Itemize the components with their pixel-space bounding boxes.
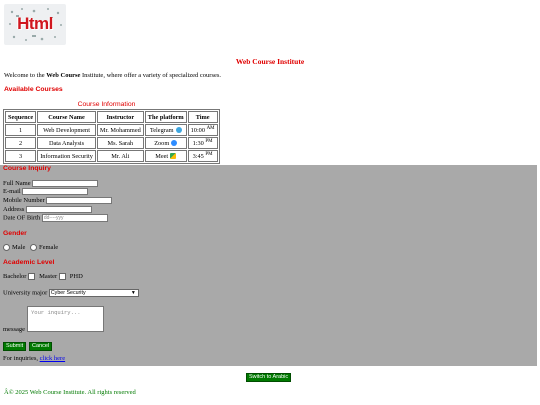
table-row: 1 Web Development Mr. Mohammed Telegram … bbox=[5, 124, 218, 136]
header-platform: The platform bbox=[144, 111, 187, 123]
switch-language-button[interactable]: Switch to Arabic bbox=[246, 373, 292, 382]
gender-heading: Gender bbox=[3, 230, 27, 237]
header-course-name: Course Name bbox=[37, 111, 96, 123]
cell-course: Web Development bbox=[37, 124, 96, 136]
cell-instructor: Mr. Ali bbox=[96, 150, 144, 162]
cell-time: 1:30 PM bbox=[187, 137, 218, 149]
major-select[interactable]: Cyber Security ▼ bbox=[48, 289, 139, 297]
email-label: E-mail bbox=[3, 188, 21, 195]
academic-heading: Academic Level bbox=[3, 259, 55, 266]
cell-platform: Zoom bbox=[144, 137, 187, 149]
logo-text: Html bbox=[17, 14, 53, 33]
header-time: Time bbox=[187, 111, 218, 123]
major-row: University major Cyber Security ▼ bbox=[3, 289, 139, 297]
cell-platform: Meet bbox=[144, 150, 187, 162]
footer: Â© 2025 Web Course Institute. All rights… bbox=[4, 389, 136, 396]
telegram-icon bbox=[175, 127, 182, 134]
form-heading: Course Inquiry bbox=[3, 165, 51, 172]
cell-seq: 3 bbox=[5, 150, 37, 162]
dob-input[interactable]: dd----yyy bbox=[41, 214, 108, 222]
inquiry-form: Course Inquiry Full Name E-mail Mobile N… bbox=[0, 165, 537, 366]
cell-time: 10:00 AM bbox=[187, 124, 218, 136]
email-row: E-mail bbox=[3, 188, 89, 196]
time-ampm: AM bbox=[206, 125, 215, 131]
table-caption: Course Information bbox=[77, 101, 136, 108]
mobile-label: Mobile Number bbox=[3, 197, 45, 204]
courses-table: Sequence Course Name Instructor The plat… bbox=[3, 109, 220, 164]
full-name-label: Full Name bbox=[3, 180, 31, 187]
male-radio[interactable] bbox=[3, 244, 10, 252]
major-label: University major bbox=[3, 289, 48, 297]
dob-row: Date OF Birth dd----yyy bbox=[3, 214, 108, 222]
bachelor-label: Bachelor bbox=[3, 273, 27, 280]
female-label: Female bbox=[38, 244, 59, 251]
welcome-bold: Web Course bbox=[46, 72, 81, 79]
cell-instructor: Ms. Sarah bbox=[96, 137, 144, 149]
chevron-down-icon: ▼ bbox=[130, 290, 136, 296]
cell-time: 3:45 PM bbox=[187, 150, 218, 162]
cancel-button[interactable]: Cancel bbox=[29, 342, 53, 351]
cell-seq: 1 bbox=[5, 124, 37, 136]
platform-name: Telegram bbox=[149, 126, 174, 134]
meet-icon bbox=[170, 153, 177, 160]
logo: Html bbox=[4, 4, 66, 45]
cell-course: Data Analysis bbox=[37, 137, 96, 149]
mobile-input[interactable] bbox=[46, 197, 113, 205]
inquiries-row: For inquiries, click here bbox=[3, 355, 65, 362]
time-value: 3:45 bbox=[192, 153, 204, 161]
table-row: 2 Data Analysis Ms. Sarah Zoom 1:30 PM bbox=[5, 137, 218, 149]
cell-seq: 2 bbox=[5, 137, 37, 149]
academic-row: Bachelor Master PHD bbox=[3, 273, 83, 281]
platform-name: Zoom bbox=[154, 139, 170, 147]
message-label: message bbox=[3, 326, 26, 333]
submit-button[interactable]: Submit bbox=[3, 342, 27, 351]
time-value: 1:30 bbox=[192, 140, 204, 148]
cell-course: Information Security bbox=[37, 150, 96, 162]
mobile-row: Mobile Number bbox=[3, 197, 113, 205]
major-selected: Cyber Security bbox=[50, 290, 86, 296]
header-sequence: Sequence bbox=[5, 111, 37, 123]
time-ampm: PM bbox=[205, 138, 213, 144]
full-name-row: Full Name bbox=[3, 180, 99, 188]
bachelor-checkbox[interactable] bbox=[28, 273, 36, 281]
dob-label: Date OF Birth bbox=[3, 214, 41, 222]
time-ampm: PM bbox=[205, 151, 213, 157]
gender-row: Male Female bbox=[3, 244, 59, 252]
address-label: Address bbox=[3, 206, 25, 213]
welcome-text: Welcome to the Web Course Institute, whe… bbox=[4, 72, 221, 79]
table-header-row: Sequence Course Name Instructor The plat… bbox=[5, 111, 218, 123]
female-radio[interactable] bbox=[29, 244, 37, 252]
welcome-prefix: Welcome to the bbox=[4, 72, 47, 79]
master-label: Master bbox=[39, 273, 58, 280]
inquiries-prefix: For inquiries, bbox=[3, 355, 40, 362]
table-row: 3 Information Security Mr. Ali Meet 3:45… bbox=[5, 150, 218, 162]
available-courses-heading: Available Courses bbox=[4, 86, 63, 93]
phd-label: PHD bbox=[69, 273, 83, 280]
message-textarea[interactable]: Your inquiry... bbox=[27, 306, 104, 332]
header-instructor: Instructor bbox=[96, 111, 144, 123]
site-title: Web Course Institute bbox=[235, 57, 305, 66]
cell-instructor: Mr. Mohammed bbox=[96, 124, 144, 136]
platform-name: Meet bbox=[155, 152, 169, 160]
address-input[interactable] bbox=[25, 206, 92, 214]
inquiries-link[interactable]: click here bbox=[40, 355, 65, 362]
welcome-suffix: Institute, where offer a variety of spec… bbox=[80, 72, 222, 79]
zoom-icon bbox=[171, 140, 178, 147]
email-input[interactable] bbox=[22, 188, 89, 196]
time-value: 10:00 bbox=[190, 127, 205, 135]
cell-platform: Telegram bbox=[144, 124, 187, 136]
master-checkbox[interactable] bbox=[59, 273, 67, 281]
address-row: Address bbox=[3, 206, 92, 214]
male-label: Male bbox=[12, 244, 26, 251]
full-name-input[interactable] bbox=[32, 180, 99, 188]
